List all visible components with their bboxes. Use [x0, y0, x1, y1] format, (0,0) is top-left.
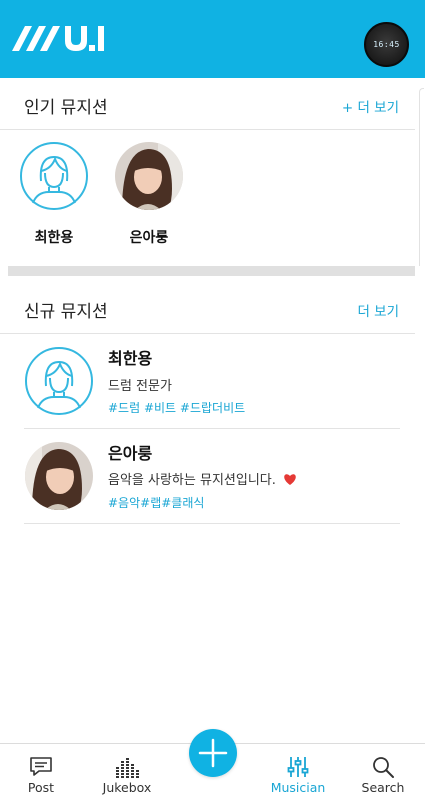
- popular-section-header: 인기 뮤지션 + 더 보기: [0, 78, 415, 130]
- musician-name: 은아룽: [108, 444, 153, 463]
- nav-musician[interactable]: Musician: [258, 744, 338, 800]
- nav-jukebox[interactable]: Jukebox: [87, 744, 167, 800]
- avatar-placeholder-icon: [25, 347, 93, 415]
- nav-post-label: Post: [27, 780, 55, 795]
- add-post-button[interactable]: [189, 729, 237, 777]
- app-screen: 16:45 인기 뮤지션 + 더 보기 최한용 은아룽 신규 뮤지션 더 보기 …: [0, 0, 425, 800]
- popular-item-name: 최한용: [34, 230, 74, 246]
- nav-search-label: Search: [361, 780, 405, 795]
- profile-avatar[interactable]: 16:45: [364, 22, 409, 67]
- new-section-title: 신규 뮤지션: [24, 302, 108, 322]
- plus-icon: [198, 738, 228, 768]
- search-icon: [373, 757, 394, 778]
- musician-tags[interactable]: #음악#랩#클래식: [108, 494, 204, 511]
- popular-item[interactable]: 은아룽: [104, 141, 194, 246]
- heart-icon: [284, 474, 296, 485]
- popular-section-title: 인기 뮤지션: [24, 98, 108, 118]
- popular-more-link[interactable]: + 더 보기: [342, 96, 399, 116]
- app-logo[interactable]: [12, 26, 107, 56]
- nav-search[interactable]: Search: [343, 744, 423, 800]
- nav-post[interactable]: Post: [1, 744, 81, 800]
- musician-description-text: 음악을 사랑하는 뮤지션입니다.: [108, 473, 276, 488]
- musician-tags[interactable]: #드럼 #비트 #드랍더비트: [108, 399, 245, 416]
- nav-jukebox-label: Jukebox: [102, 780, 152, 795]
- profile-clock-text: 16:45: [373, 40, 400, 49]
- popular-item[interactable]: 최한용: [9, 141, 99, 246]
- bottom-navigation: Post Jukebox Musician Search: [0, 729, 425, 800]
- musician-name: 최한용: [108, 349, 153, 368]
- scroll-indicator: [419, 88, 424, 266]
- equalizer-icon: [116, 758, 139, 778]
- musician-description: 음악을 사랑하는 뮤지션입니다.: [108, 469, 297, 488]
- musician-description: 드럼 전문가: [108, 379, 172, 394]
- avatar-placeholder-icon: [20, 142, 88, 210]
- nav-musician-label: Musician: [270, 780, 326, 795]
- musician-row[interactable]: 은아룽 음악을 사랑하는 뮤지션입니다. #음악#랩#클래식: [24, 429, 400, 524]
- chat-bubble-icon: [30, 757, 52, 776]
- musician-row[interactable]: 최한용 드럼 전문가 #드럼 #비트 #드랍더비트: [24, 334, 400, 429]
- avatar-photo: [25, 442, 93, 510]
- new-more-link[interactable]: 더 보기: [357, 300, 399, 320]
- sliders-icon: [287, 757, 309, 777]
- top-bar: 16:45: [0, 0, 425, 78]
- popular-item-name: 은아룽: [129, 230, 169, 246]
- logo-mark: [12, 26, 104, 51]
- section-divider: [8, 266, 415, 276]
- new-section-header: 신규 뮤지션 더 보기: [0, 282, 415, 334]
- avatar-photo: [115, 142, 183, 210]
